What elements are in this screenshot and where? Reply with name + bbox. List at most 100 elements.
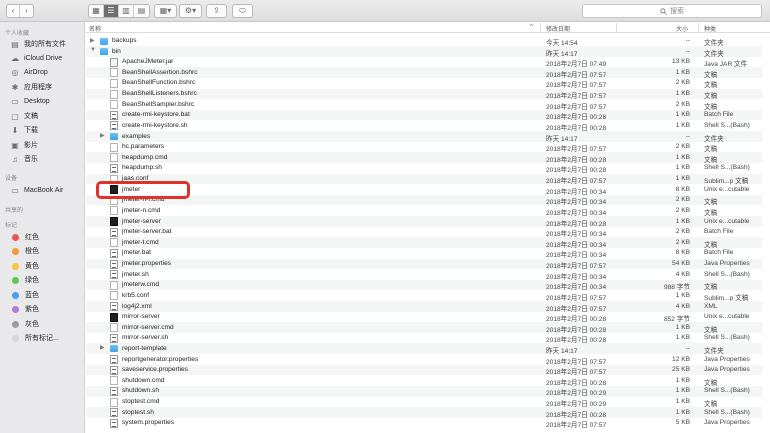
table-row[interactable]: shutdown.cmd 2018年2月7日 00:28 1 KB 文稿 [86, 375, 762, 387]
sidebar-item-all-files[interactable]: ▤ 我的所有文件 [10, 38, 66, 50]
disclosure-closed-icon[interactable]: ▶ [100, 132, 105, 139]
sidebar-tag-blue[interactable]: 蓝色 [10, 289, 39, 301]
table-row[interactable]: ApacheJMeter.jar 2018年2月7日 07:49 13 KB Java… [86, 57, 762, 68]
file-name: bin [112, 47, 121, 55]
file-kind: Shell S...(Bash) [704, 121, 750, 129]
column-divider[interactable] [616, 23, 617, 32]
table-row[interactable]: krb5.conf 2018年2月7日 07:57 1 KB Sublim...p 文… [86, 290, 762, 302]
file-size: -- [685, 47, 690, 55]
disclosure-closed-icon[interactable]: ▶ [100, 344, 105, 351]
table-row[interactable]: hc.parameters 2018年2月7日 07:57 2 KB 文稿 [86, 142, 762, 153]
sidebar-item-macbook[interactable]: ▭ MacBook Air [10, 184, 63, 196]
sidebar-tag-red[interactable]: 红色 [10, 231, 39, 243]
column-divider[interactable] [698, 23, 699, 32]
devices-heading: 设备 [5, 176, 18, 182]
table-row[interactable]: saveservice.properties 2018年2月7日 07:57 25 … [86, 364, 762, 376]
file-size: 1 KB [675, 398, 690, 406]
search-field[interactable]: 搜索 [582, 4, 762, 18]
sidebar-item-downloads[interactable]: ⬇ 下载 [10, 124, 38, 136]
cover-flow-button[interactable]: ▤ [134, 5, 149, 17]
forward-button[interactable]: › [20, 5, 33, 17]
table-row[interactable]: stoptest.sh 2018年2月7日 00:28 1 KB Shell S...… [86, 407, 762, 419]
file-size: 2 KB [675, 206, 690, 214]
sidebar-item-desktop[interactable]: ▭ Desktop [10, 95, 49, 107]
arrange-button[interactable]: ▦▾ [154, 4, 177, 18]
table-row[interactable]: BeanShellListeners.bshrc 2018年2月7日 07:57 1… [86, 88, 762, 100]
table-row[interactable]: ▶ report-template 昨天 14:17 -- 文件夹 [86, 343, 762, 355]
sidebar-item-airdrop[interactable]: ◎ AirDrop [10, 66, 48, 78]
column-view-button[interactable]: ▥ [119, 5, 134, 17]
table-row[interactable]: reportgenerator.properties 2018年2月7日 07:5… [86, 354, 762, 366]
doc-file-icon [110, 376, 118, 386]
table-row[interactable]: heapdump.cmd 2018年2月7日 00:28 1 KB 文稿 [86, 152, 762, 164]
table-row[interactable]: jmeter.bat 2018年2月7日 00:34 8 KB Batch File [86, 248, 762, 259]
table-row[interactable]: stoptest.cmd 2018年2月7日 00:29 1 KB 文稿 [86, 397, 762, 408]
sidebar-item-music[interactable]: ♫ 音乐 [10, 153, 38, 165]
icon-view-button[interactable]: ▦ [89, 5, 104, 17]
table-row[interactable]: jmeter.sh 2018年2月7日 00:34 4 KB Shell S...(B… [86, 269, 762, 281]
column-date-header[interactable]: 修改日期 [546, 24, 570, 33]
disclosure-open-icon[interactable]: ▼ [90, 47, 96, 53]
table-row[interactable]: create-rmi-keystore.sh 2018年2月7日 00:28 1 K… [86, 120, 762, 132]
file-name: shutdown.cmd [122, 376, 165, 384]
column-divider[interactable] [540, 23, 541, 32]
vertical-scrollbar[interactable] [764, 34, 769, 432]
file-kind: Shell S...(Bash) [704, 164, 750, 172]
favorites-heading: 个人收藏 [5, 31, 30, 37]
table-row[interactable]: jmeter-t.cmd 2018年2月7日 00:34 2 KB 文稿 [86, 237, 762, 249]
column-name-header[interactable]: 名称 [89, 24, 101, 33]
scroll-thumb[interactable] [764, 34, 769, 430]
table-row[interactable]: BeanShellAssertion.bshrc 2018年2月7日 07:57 1… [86, 67, 762, 79]
table-row[interactable]: shutdown.sh 2018年2月7日 00:29 1 KB Shell S...… [86, 385, 762, 397]
table-row[interactable]: jmeterw.cmd 2018年2月7日 00:34 988 字节 文稿 [86, 279, 762, 291]
share-button[interactable]: ⇪ [206, 4, 227, 18]
table-row[interactable]: create-rmi-keystore.bat 2018年2月7日 00:28 1 … [86, 109, 762, 121]
sidebar-item-label: 黄色 [25, 263, 39, 270]
table-row[interactable]: mirror-server.cmd 2018年2月7日 00:28 1 KB 文稿 [86, 322, 762, 334]
sidebar-tag-green[interactable]: 绿色 [10, 274, 39, 286]
tags-button[interactable]: ⬭ [232, 4, 253, 18]
column-kind-header[interactable]: 种类 [704, 24, 716, 33]
table-row[interactable]: mirror-server.sh 2018年2月7日 00:28 1 KB Shell… [86, 333, 762, 344]
file-name: create-rmi-keystore.bat [122, 111, 190, 119]
sidebar-item-label: AirDrop [24, 68, 48, 76]
arrange-icon: ▦▾ [159, 6, 172, 15]
sidebar-item-movies[interactable]: ▣ 影片 [10, 139, 38, 151]
table-row[interactable]: ▶ backups 今天 14:54 -- 文件夹 [86, 36, 762, 47]
table-row[interactable]: jmeter.properties 2018年2月7日 07:57 54 KB Jav… [86, 258, 762, 270]
sidebar-tag-purple[interactable]: 紫色 [10, 303, 39, 315]
table-row[interactable]: jmeter-server 2018年2月7日 00:28 1 KB Unix e..… [86, 216, 762, 228]
sidebar-item-documents[interactable]: ▢ 文稿 [10, 110, 38, 122]
table-row[interactable]: system.properties 2018年2月7日 07:57 5 KB Java… [86, 418, 762, 429]
disclosure-closed-icon[interactable]: ▶ [90, 37, 95, 44]
sidebar-tag-gray[interactable]: 灰色 [10, 318, 39, 330]
sidebar-item-label: 紫色 [25, 306, 39, 313]
table-row[interactable]: jmeter-server.bat 2018年2月7日 00:34 2 KB Batc… [86, 227, 762, 238]
table-row[interactable]: BeanShellFunction.bshrc 2018年2月7日 07:57 2 … [86, 78, 762, 89]
exec-file-icon [110, 217, 118, 227]
table-row[interactable]: ▶ examples 昨天 14:17 -- 文件夹 [86, 131, 762, 143]
sidebar-item-applications[interactable]: ✱ 应用程序 [10, 81, 52, 93]
back-button[interactable]: ‹ [7, 5, 20, 17]
table-row[interactable]: ▼ bin 昨天 14:17 -- 文件夹 [86, 46, 762, 58]
sidebar-tag-all[interactable]: 所有标记... [10, 332, 59, 344]
file-name: mirror-server.sh [122, 334, 169, 342]
tag-yellow-icon [12, 262, 19, 270]
table-row[interactable]: BeanShellSampler.bshrc 2018年2月7日 07:57 2 K… [86, 99, 762, 111]
table-row[interactable]: log4j2.xml 2018年2月7日 07:57 4 KB XML [86, 301, 762, 313]
file-size: -- [685, 344, 690, 352]
list-view-button[interactable]: ☰ [104, 5, 119, 17]
list-icon: ☰ [107, 6, 115, 15]
sidebar-item-icloud[interactable]: ☁ iCloud Drive [10, 52, 62, 64]
sidebar-tag-orange[interactable]: 橙色 [10, 245, 39, 257]
table-row[interactable]: heapdump.sh 2018年2月7日 00:28 1 KB Shell S...… [86, 163, 762, 174]
table-row[interactable]: jmeter-n.cmd 2018年2月7日 00:34 2 KB 文稿 [86, 205, 762, 217]
action-button[interactable]: ⚙▾ [179, 4, 202, 18]
column-header: 名称 ^ 修改日期 大小 种类 [86, 22, 770, 33]
file-kind: Java Properties [704, 355, 750, 363]
column-size-header[interactable]: 大小 [676, 24, 688, 33]
toolbar: ‹ › ▦ ☰ ▥ ▤ ▦▾ ⚙▾ ⇪ ⬭ 搜索 [0, 0, 770, 22]
sidebar-tag-yellow[interactable]: 黄色 [10, 260, 39, 272]
table-row[interactable]: mirror-server 2018年2月7日 00:28 852 字节 Unix e… [86, 312, 762, 323]
script-file-icon [110, 333, 118, 343]
